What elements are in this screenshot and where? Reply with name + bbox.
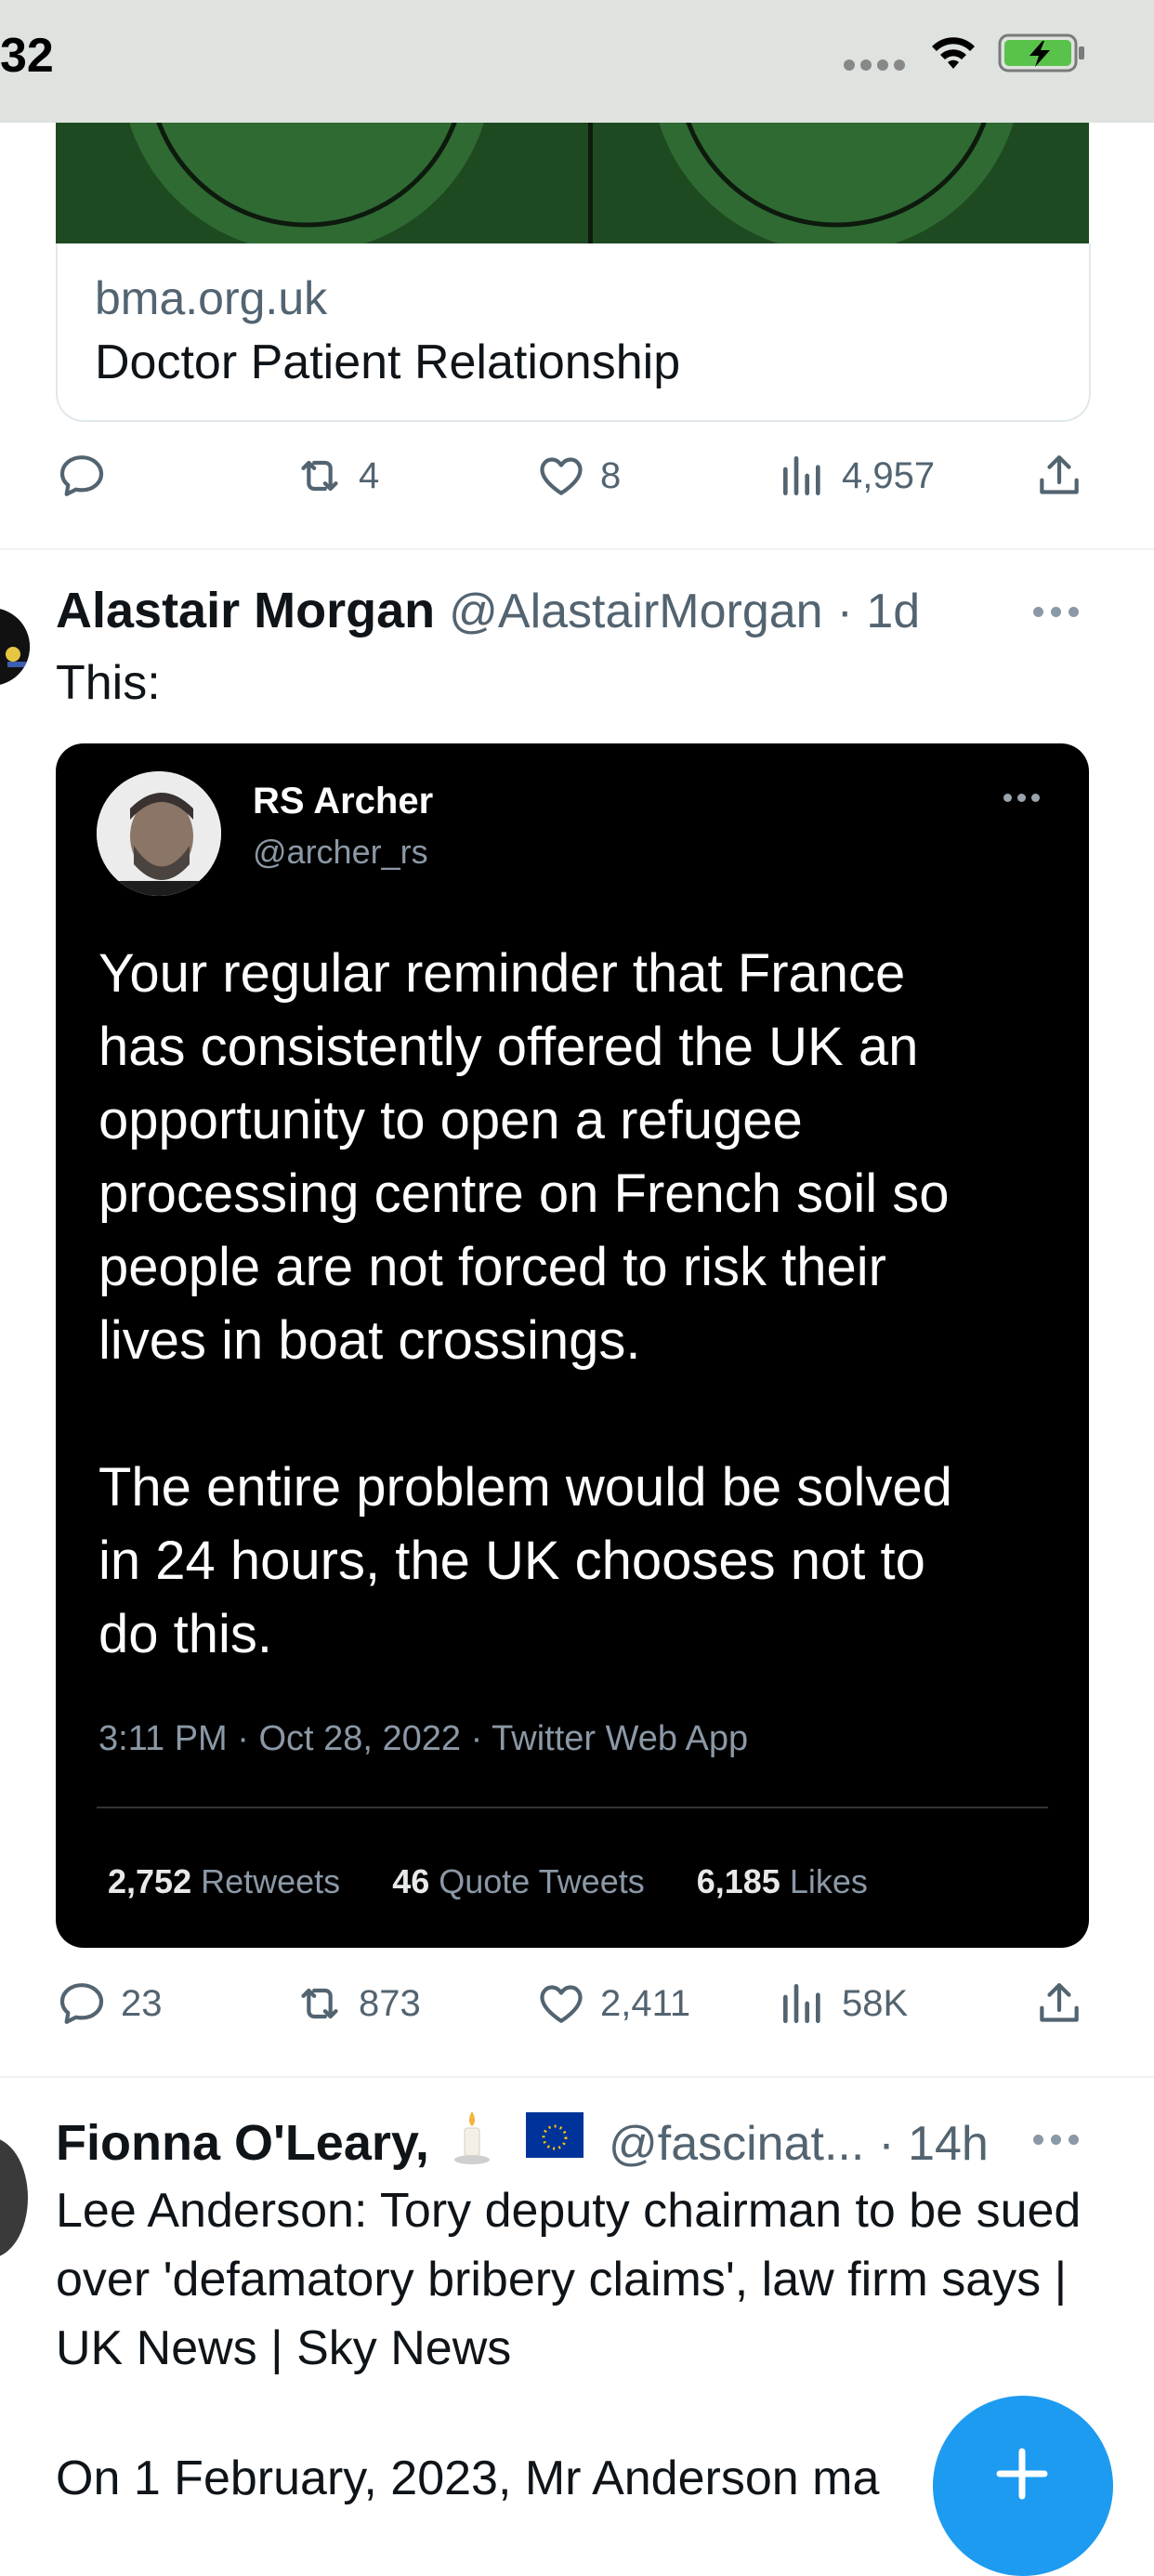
embedded-quotes-count: 46 — [392, 1862, 430, 1900]
candle-emoji-icon — [453, 2111, 490, 2164]
link-card-title[interactable]: Doctor Patient Relationship — [95, 335, 680, 390]
eu-flag-icon — [525, 2112, 584, 2158]
share-icon — [1040, 1983, 1079, 2022]
avatar[interactable] — [0, 608, 30, 686]
link-card-domain: bma.org.uk — [95, 272, 328, 324]
embedded-avatar — [97, 771, 221, 896]
tweet-text: Lee Anderson: Tory deputy chairman to be… — [56, 2184, 1082, 2375]
share-icon — [1040, 455, 1079, 494]
status-bar — [0, 0, 1154, 123]
embedded-quotes-label: Quote Tweets — [439, 1862, 645, 1900]
like-count: 8 — [600, 454, 622, 496]
embedded-tweet-text: Your regular reminder that France has co… — [98, 943, 952, 1664]
views-button[interactable]: 4,957 — [777, 450, 935, 502]
reply-icon — [59, 1983, 104, 2024]
embedded-stats: 2,752 Retweets 46 Quote Tweets 6,185 Lik… — [108, 1862, 868, 1901]
tweet-image[interactable]: RS Archer @archer_rs Your regular remind… — [56, 743, 1089, 1948]
reply-count: 23 — [121, 1982, 163, 2024]
wifi-icon — [932, 37, 975, 69]
views-button[interactable]: 58K — [777, 1978, 908, 2030]
tweet-time[interactable]: · 1d — [837, 585, 921, 638]
share-button[interactable] — [1033, 450, 1098, 502]
tweet-text: This: — [56, 656, 161, 710]
embedded-author-name: RS Archer — [253, 781, 434, 821]
like-count: 2,411 — [600, 1982, 691, 2024]
views-count: 58K — [842, 1982, 909, 2024]
views-icon — [783, 456, 820, 495]
embedded-retweets-count: 2,752 — [108, 1862, 192, 1900]
author-handle[interactable]: @fascinat... — [609, 2117, 864, 2171]
heart-icon — [540, 1985, 583, 2023]
heart-icon — [540, 457, 583, 495]
retweet-icon — [301, 1988, 338, 2019]
like-button[interactable]: 2,411 — [535, 1978, 690, 2030]
views-count: 4,957 — [842, 454, 936, 496]
share-button[interactable] — [1033, 1978, 1098, 2030]
embedded-retweets-label: Retweets — [201, 1862, 341, 1900]
like-button[interactable]: 8 — [535, 450, 621, 502]
plus-icon — [996, 2448, 1048, 2500]
more-options-icon[interactable] — [1033, 2130, 1085, 2149]
embedded-more-icon — [1003, 794, 1044, 802]
retweet-count: 873 — [359, 1982, 421, 2024]
embedded-likes-count: 6,185 — [696, 1862, 780, 1900]
embedded-likes-label: Likes — [789, 1862, 868, 1900]
link-card-image[interactable] — [56, 123, 1089, 243]
battery-charging-icon — [998, 33, 1084, 72]
tweet-header[interactable]: Alastair Morgan @AlastairMorgan · 1d — [56, 582, 920, 639]
retweet-button[interactable]: 4 — [294, 450, 379, 502]
retweet-icon — [301, 460, 338, 492]
more-options-icon[interactable] — [1033, 602, 1085, 621]
status-time: 32 — [0, 29, 54, 83]
avatar[interactable] — [0, 2137, 28, 2258]
reply-button[interactable] — [56, 450, 121, 502]
signal-dots-icon — [844, 59, 905, 72]
retweet-button[interactable]: 873 — [294, 1978, 421, 2030]
embedded-divider — [97, 1807, 1048, 1808]
reply-icon — [59, 455, 104, 496]
tweet-header[interactable]: Fionna O'Leary, @fascinat... · 14h — [56, 2109, 989, 2172]
tweet-time[interactable]: · 14h — [878, 2117, 989, 2171]
reply-button[interactable]: 23 — [56, 1978, 163, 2030]
retweet-count: 4 — [359, 454, 380, 496]
views-icon — [783, 1984, 820, 2023]
author-name[interactable]: Fionna O'Leary, — [56, 2115, 429, 2171]
divider — [0, 2076, 1154, 2078]
embedded-author-handle: @archer_rs — [253, 833, 428, 871]
link-card[interactable] — [56, 243, 1091, 422]
divider — [0, 548, 1154, 550]
author-name[interactable]: Alastair Morgan — [56, 583, 435, 638]
embedded-tweet-meta: 3:11 PM · Oct 28, 2022 · Twitter Web App — [98, 1719, 749, 1758]
author-handle[interactable]: @AlastairMorgan — [449, 585, 823, 638]
